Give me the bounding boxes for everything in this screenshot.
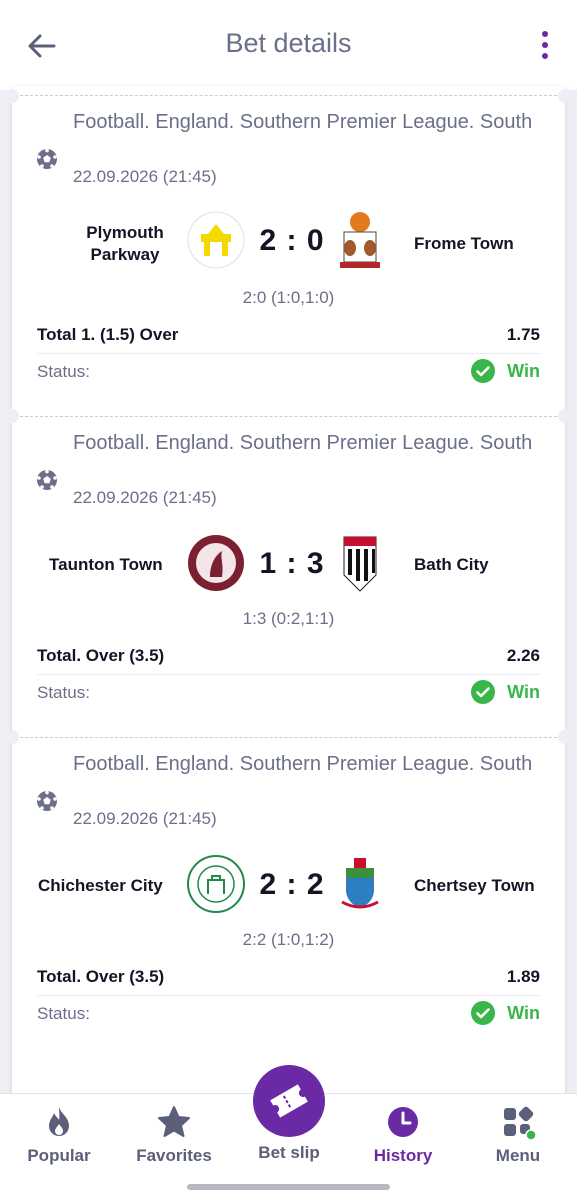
plymouth-parkway-crest-icon <box>187 211 245 269</box>
ticket-icon <box>270 1084 308 1118</box>
kebab-menu-icon[interactable] <box>539 30 551 60</box>
bet-card[interactable]: Football. England. Southern Premier Leag… <box>12 752 565 1052</box>
football-icon <box>37 469 57 490</box>
nav-menu-label: Menu <box>495 1146 541 1165</box>
bath-city-crest-icon <box>343 536 377 592</box>
nav-popular[interactable]: Popular <box>4 1104 114 1166</box>
home-team: Taunton Town <box>49 555 163 574</box>
divider <box>37 674 540 675</box>
nav-menu[interactable]: Menu <box>463 1104 573 1166</box>
away-team: Chertsey Town <box>414 876 535 895</box>
perforation <box>10 737 567 738</box>
check-circle-icon <box>471 680 496 704</box>
match-score: 2 : 0 <box>259 224 325 257</box>
football-icon <box>37 790 57 811</box>
chertsey-town-crest-icon <box>341 858 379 909</box>
status-text: Win <box>507 360 540 381</box>
divider <box>37 995 540 996</box>
league-name: Football. England. Southern Premier Leag… <box>73 432 533 454</box>
status-label: Status: <box>37 362 90 381</box>
away-team: Frome Town <box>414 234 514 253</box>
check-circle-icon <box>471 1001 496 1025</box>
home-team: Plymouth Parkway <box>86 223 164 264</box>
flame-icon <box>49 1107 69 1136</box>
score-detail: 2:0 (1:0,1:0) <box>242 288 335 307</box>
event-date: 22.09.2026 (21:45) <box>73 809 217 828</box>
event-date: 22.09.2026 (21:45) <box>73 167 217 186</box>
home-indicator <box>187 1184 390 1190</box>
bet-card[interactable]: Football. England. Southern Premier Leag… <box>12 110 565 410</box>
score-detail: 1:3 (0:2,1:1) <box>242 609 335 628</box>
frome-town-crest-icon <box>340 212 380 268</box>
check-circle-icon <box>471 359 496 383</box>
perforation <box>10 95 567 96</box>
chichester-city-crest-icon <box>187 855 245 913</box>
ticket-notch <box>5 409 19 423</box>
nav-betslip-label: Bet slip <box>258 1143 320 1162</box>
ticket-notch <box>558 409 572 423</box>
betslip-button[interactable] <box>253 1065 325 1137</box>
divider <box>37 353 540 354</box>
match-score: 2 : 2 <box>259 868 325 901</box>
nav-favorites[interactable]: Favorites <box>119 1104 229 1166</box>
status-text: Win <box>507 1002 540 1023</box>
status-label: Status: <box>37 683 90 702</box>
clock-icon <box>388 1107 418 1137</box>
status-text: Win <box>507 681 540 702</box>
top-bar: Bet details <box>0 0 577 90</box>
status-badge: Win <box>471 1001 540 1025</box>
league-name: Football. England. Southern Premier Leag… <box>73 111 533 133</box>
taunton-town-crest-icon <box>188 535 244 591</box>
status-label: Status: <box>37 1004 90 1023</box>
nav-history[interactable]: History <box>348 1104 458 1166</box>
match-score: 1 : 3 <box>259 547 325 580</box>
perforation <box>10 416 567 417</box>
bet-market: Total. Over (3.5) <box>37 967 165 986</box>
status-badge: Win <box>471 680 540 704</box>
ticket-notch <box>558 730 572 744</box>
ticket-notch <box>558 89 572 103</box>
home-team: Chichester City <box>38 876 163 895</box>
page-title: Bet details <box>225 28 352 58</box>
ticket-notch <box>5 89 19 103</box>
bet-odds: 1.89 <box>506 967 540 986</box>
bet-market: Total. Over (3.5) <box>37 646 165 665</box>
league-name: Football. England. Southern Premier Leag… <box>73 753 533 775</box>
star-icon <box>158 1106 190 1137</box>
away-team: Bath City <box>414 555 489 574</box>
status-badge: Win <box>471 359 540 383</box>
grid-menu-icon <box>504 1106 536 1140</box>
score-detail: 2:2 (1:0,1:2) <box>242 930 335 949</box>
bet-card[interactable]: Football. England. Southern Premier Leag… <box>12 431 565 731</box>
ticket-notch <box>5 730 19 744</box>
nav-popular-label: Popular <box>27 1146 91 1165</box>
nav-favorites-label: Favorites <box>136 1146 212 1165</box>
event-date: 22.09.2026 (21:45) <box>73 488 217 507</box>
bet-odds: 1.75 <box>506 325 540 344</box>
bet-odds: 2.26 <box>506 646 540 665</box>
football-icon <box>37 148 57 169</box>
nav-history-label: History <box>373 1146 433 1165</box>
bet-market: Total 1. (1.5) Over <box>37 325 179 344</box>
